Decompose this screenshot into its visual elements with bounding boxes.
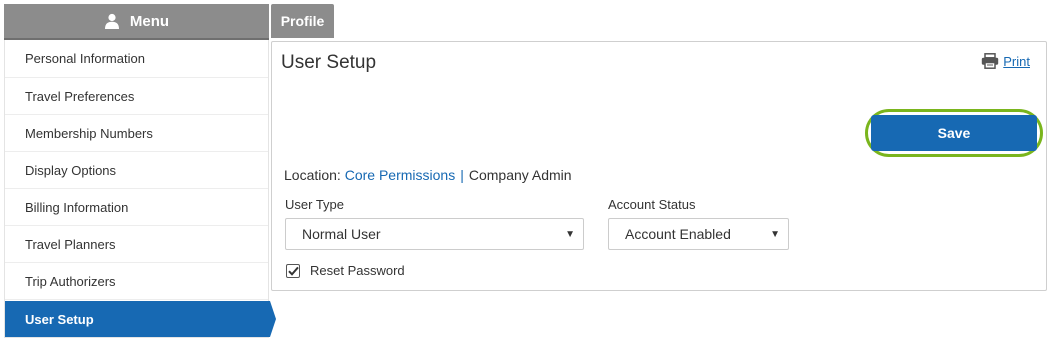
user-type-value: Normal User	[302, 226, 381, 242]
save-button[interactable]: Save	[871, 115, 1037, 151]
location-prefix: Location:	[284, 167, 341, 183]
account-status-select[interactable]: Account Enabled ▼	[608, 218, 789, 250]
location-link-core-permissions[interactable]: Core Permissions	[345, 167, 455, 183]
sidebar-item-label: User Setup	[25, 311, 94, 327]
menu-header-label: Menu	[129, 12, 170, 30]
sidebar-item-label: Travel Preferences	[25, 88, 135, 104]
sidebar-item-label: Membership Numbers	[25, 125, 153, 141]
sidebar-item-user-setup[interactable]: User Setup	[5, 301, 276, 337]
sidebar-item-label: Personal Information	[25, 51, 145, 66]
tab-profile-label: Profile	[280, 13, 325, 29]
sidebar-item-personal-information[interactable]: Personal Information	[5, 40, 268, 78]
sidebar-item-label: Travel Planners	[25, 236, 116, 252]
printer-icon	[982, 53, 999, 69]
sidebar-item-display-options[interactable]: Display Options	[5, 152, 268, 189]
chevron-down-icon: ▼	[565, 229, 575, 240]
account-status-value: Account Enabled	[625, 226, 731, 242]
sidebar-item-label: Billing Information	[25, 199, 129, 215]
sidebar-item-travel-planners[interactable]: Travel Planners	[5, 226, 268, 263]
user-type-label: User Type	[285, 197, 345, 212]
sidebar-item-trip-authorizers[interactable]: Trip Authorizers	[5, 263, 268, 300]
sidebar-menu: Personal Information Travel Preferences …	[4, 40, 269, 338]
sidebar-item-membership-numbers[interactable]: Membership Numbers	[5, 115, 268, 152]
sidebar: Menu Personal Information Travel Prefere…	[4, 4, 269, 338]
save-button-highlight: Save	[865, 109, 1043, 157]
sidebar-item-travel-preferences[interactable]: Travel Preferences	[5, 78, 268, 115]
print-link[interactable]: Print	[981, 53, 1030, 69]
page-title: User Setup	[281, 52, 377, 73]
location-breadcrumb: Location: Core Permissions | Company Admin	[284, 167, 572, 183]
user-type-select[interactable]: Normal User ▼	[285, 218, 584, 250]
tab-profile[interactable]: Profile	[271, 4, 334, 38]
sidebar-item-label: Trip Authorizers	[25, 273, 116, 289]
reset-password-label: Reset Password	[310, 263, 405, 278]
sidebar-item-billing-information[interactable]: Billing Information	[5, 189, 268, 226]
account-status-label: Account Status	[608, 197, 696, 212]
user-icon	[104, 13, 119, 29]
chevron-down-icon: ▼	[770, 229, 780, 240]
sidebar-item-label: Display Options	[25, 162, 117, 178]
checkmark-icon	[287, 266, 299, 276]
menu-header[interactable]: Menu	[4, 4, 269, 40]
print-label: Print	[1003, 53, 1030, 69]
location-separator: |	[460, 167, 464, 183]
location-current: Company Admin	[468, 167, 572, 183]
reset-password-row: Reset Password	[286, 263, 405, 278]
user-setup-panel: User Setup Print Save Location: Core Per…	[271, 41, 1047, 291]
reset-password-checkbox[interactable]	[286, 263, 300, 278]
